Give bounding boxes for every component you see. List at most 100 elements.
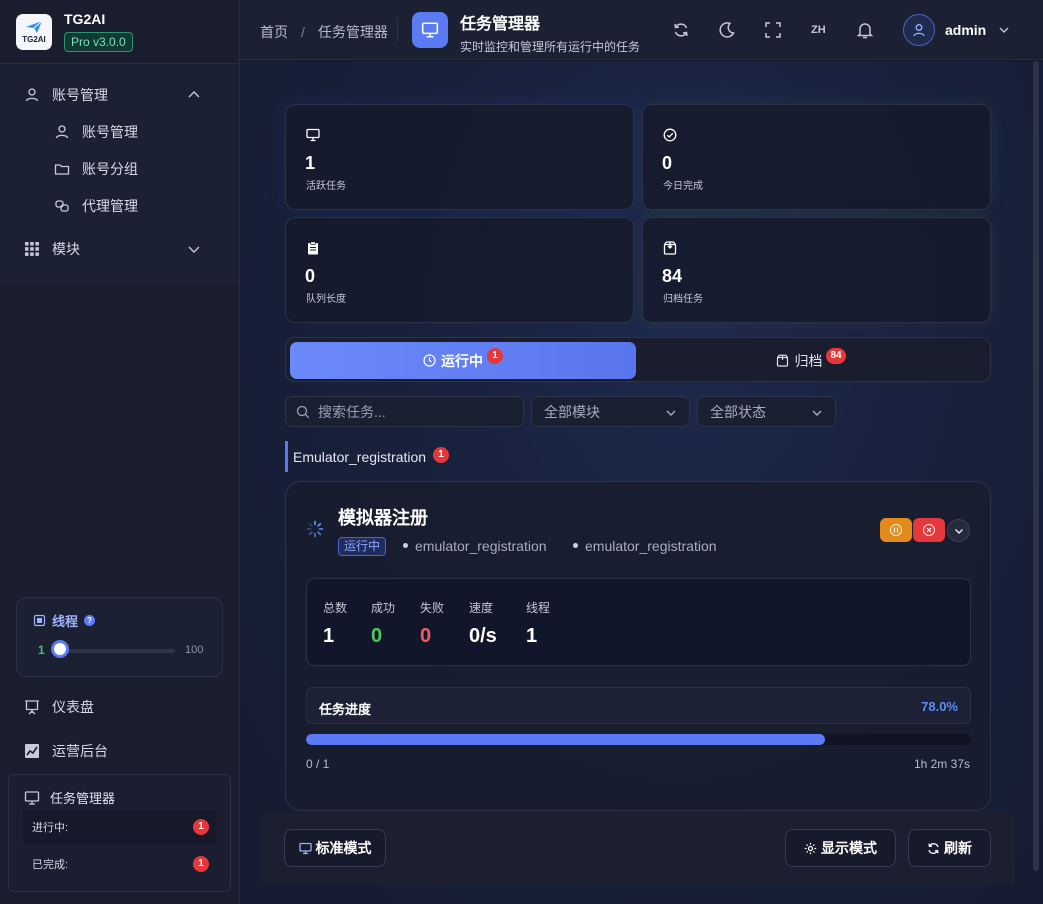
summary-running-row: 进行中: 1 bbox=[23, 810, 216, 844]
sidebar-item-accounts[interactable]: 账号管理 bbox=[0, 113, 239, 150]
menu-account-group[interactable]: 账号管理 bbox=[0, 76, 239, 113]
display-mode-button[interactable]: 显示模式 bbox=[785, 829, 896, 867]
sidebar: TG2AI TG2AI Pro v3.0.0 账号管理 账号管理 账号分组 代理… bbox=[0, 0, 240, 904]
monitor-icon bbox=[24, 790, 40, 805]
metric-threads: 线程 1 bbox=[526, 599, 550, 648]
status-filter-select[interactable]: 全部状态 bbox=[697, 396, 836, 427]
metric-value: 1 bbox=[526, 625, 538, 647]
chevron-down-icon[interactable] bbox=[998, 24, 1010, 36]
summary-running-badge: 1 bbox=[193, 819, 209, 835]
progress-bar-fill bbox=[306, 734, 825, 745]
bottom-toolbar: 标准模式 显示模式 刷新 bbox=[260, 812, 1015, 884]
progress-header: 任务进度 78.0% bbox=[306, 687, 971, 724]
sidebar-item-account-groups[interactable]: 账号分组 bbox=[0, 150, 239, 187]
stat-label: 队列长度 bbox=[306, 294, 346, 305]
check-circle-icon bbox=[663, 128, 677, 142]
scrollbar[interactable] bbox=[1033, 61, 1039, 871]
standard-mode-label: 标准模式 bbox=[315, 840, 372, 856]
stat-value: 84 bbox=[662, 266, 683, 286]
user-icon bbox=[25, 87, 39, 101]
sidebar-menu: 账号管理 账号管理 账号分组 代理管理 模块 bbox=[0, 64, 239, 284]
refresh-icon bbox=[928, 842, 939, 854]
archive-box-icon bbox=[663, 241, 677, 255]
help-icon[interactable]: ? bbox=[84, 615, 96, 626]
breadcrumb-home[interactable]: 首页 bbox=[260, 22, 288, 42]
task-meta-module: emulator_registration bbox=[403, 538, 547, 554]
expand-button[interactable] bbox=[947, 519, 970, 542]
menu-modules[interactable]: 模块 bbox=[0, 230, 239, 267]
sidebar-item-label: 代理管理 bbox=[82, 197, 138, 214]
chevron-down-icon[interactable] bbox=[187, 242, 201, 256]
monitor-icon bbox=[421, 22, 439, 38]
page-title: 任务管理器 bbox=[460, 16, 541, 33]
standard-mode-button[interactable]: 标准模式 bbox=[284, 829, 386, 867]
cpu-icon bbox=[33, 614, 46, 627]
sidebar-item-label: 仪表盘 bbox=[52, 699, 94, 715]
tab-label: 归档 bbox=[794, 352, 823, 369]
logo-text: TG2AI bbox=[22, 34, 46, 44]
metric-speed: 速度 0/s bbox=[469, 599, 497, 648]
stat-card-active: 1 活跃任务 bbox=[285, 104, 634, 210]
brand: TG2AI TG2AI Pro v3.0.0 bbox=[0, 0, 239, 64]
language-switch[interactable]: ZH bbox=[811, 24, 826, 36]
page-icon bbox=[412, 12, 448, 48]
stat-value: 1 bbox=[305, 153, 316, 173]
avatar[interactable] bbox=[903, 14, 935, 46]
sidebar-item-operations[interactable]: 运营后台 bbox=[24, 741, 108, 761]
chevron-down-icon bbox=[812, 410, 822, 416]
sidebar-item-proxies[interactable]: 代理管理 bbox=[0, 187, 239, 224]
tab-badge: 1 bbox=[487, 347, 503, 364]
refresh-label: 刷新 bbox=[944, 840, 972, 856]
bell-icon[interactable] bbox=[856, 21, 874, 39]
chart-line-icon bbox=[25, 744, 39, 758]
task-search[interactable] bbox=[285, 396, 524, 427]
thread-slider-handle[interactable] bbox=[51, 640, 69, 658]
task-manager-summary[interactable]: 任务管理器 进行中: 1 已完成: 1 bbox=[8, 774, 231, 892]
summary-done-badge: 1 bbox=[193, 856, 209, 872]
thread-slider-track[interactable] bbox=[61, 649, 175, 653]
monitor-icon bbox=[298, 842, 312, 854]
thread-value: 1 bbox=[38, 643, 45, 657]
thread-max: 100 bbox=[185, 644, 204, 656]
task-card: 模拟器注册 运行中 emulator_registration emulator… bbox=[285, 481, 991, 811]
task-manager-summary-label: 任务管理器 bbox=[50, 791, 116, 806]
app-logo[interactable]: TG2AI bbox=[16, 13, 52, 50]
module-filter-select[interactable]: 全部模块 bbox=[531, 396, 690, 427]
stat-card-archived: 84 归档任务 bbox=[642, 217, 991, 323]
chevron-up-icon[interactable] bbox=[187, 88, 201, 102]
stop-button[interactable] bbox=[913, 518, 945, 542]
metric-failed: 失败 0 bbox=[420, 599, 444, 648]
metric-label: 速度 bbox=[469, 601, 494, 615]
moon-icon[interactable] bbox=[718, 21, 736, 39]
tab-archived[interactable]: 归档 84 bbox=[638, 342, 984, 379]
status-badge: 运行中 bbox=[338, 537, 387, 556]
monitor-icon bbox=[306, 128, 320, 142]
clipboard-icon bbox=[308, 241, 318, 255]
refresh-icon[interactable] bbox=[672, 21, 690, 39]
thread-control: 线程 ? 1 100 bbox=[16, 597, 223, 677]
metric-label: 总数 bbox=[323, 601, 348, 615]
pause-icon bbox=[890, 524, 902, 536]
grid-icon bbox=[25, 241, 39, 256]
status-filter-value: 全部状态 bbox=[710, 403, 766, 420]
display-mode-label: 显示模式 bbox=[821, 840, 877, 856]
tab-running[interactable]: 运行中 1 bbox=[290, 342, 636, 379]
link-icon bbox=[55, 199, 69, 212]
pause-button[interactable] bbox=[880, 518, 912, 542]
username[interactable]: admin bbox=[945, 22, 986, 38]
task-meta-type: emulator_registration bbox=[573, 538, 717, 554]
sidebar-item-dashboard[interactable]: 仪表盘 bbox=[24, 697, 94, 717]
task-group-header[interactable]: Emulator_registration 1 bbox=[285, 441, 450, 472]
fullscreen-icon[interactable] bbox=[764, 21, 782, 39]
task-metrics: 总数 1 成功 0 失败 0 速度 0/s 线程 1 bbox=[306, 578, 971, 666]
presentation-icon bbox=[25, 700, 39, 715]
refresh-button[interactable]: 刷新 bbox=[908, 829, 991, 867]
metric-value: 0 bbox=[371, 625, 383, 647]
elapsed-time: 1h 2m 37s bbox=[913, 757, 970, 771]
metric-label: 线程 bbox=[526, 601, 551, 615]
sidebar-item-label: 账号分组 bbox=[82, 160, 138, 177]
progress-label: 任务进度 bbox=[319, 702, 372, 717]
metric-label: 成功 bbox=[371, 601, 396, 615]
task-group-count: 1 bbox=[433, 446, 450, 463]
search-input[interactable] bbox=[318, 403, 508, 420]
